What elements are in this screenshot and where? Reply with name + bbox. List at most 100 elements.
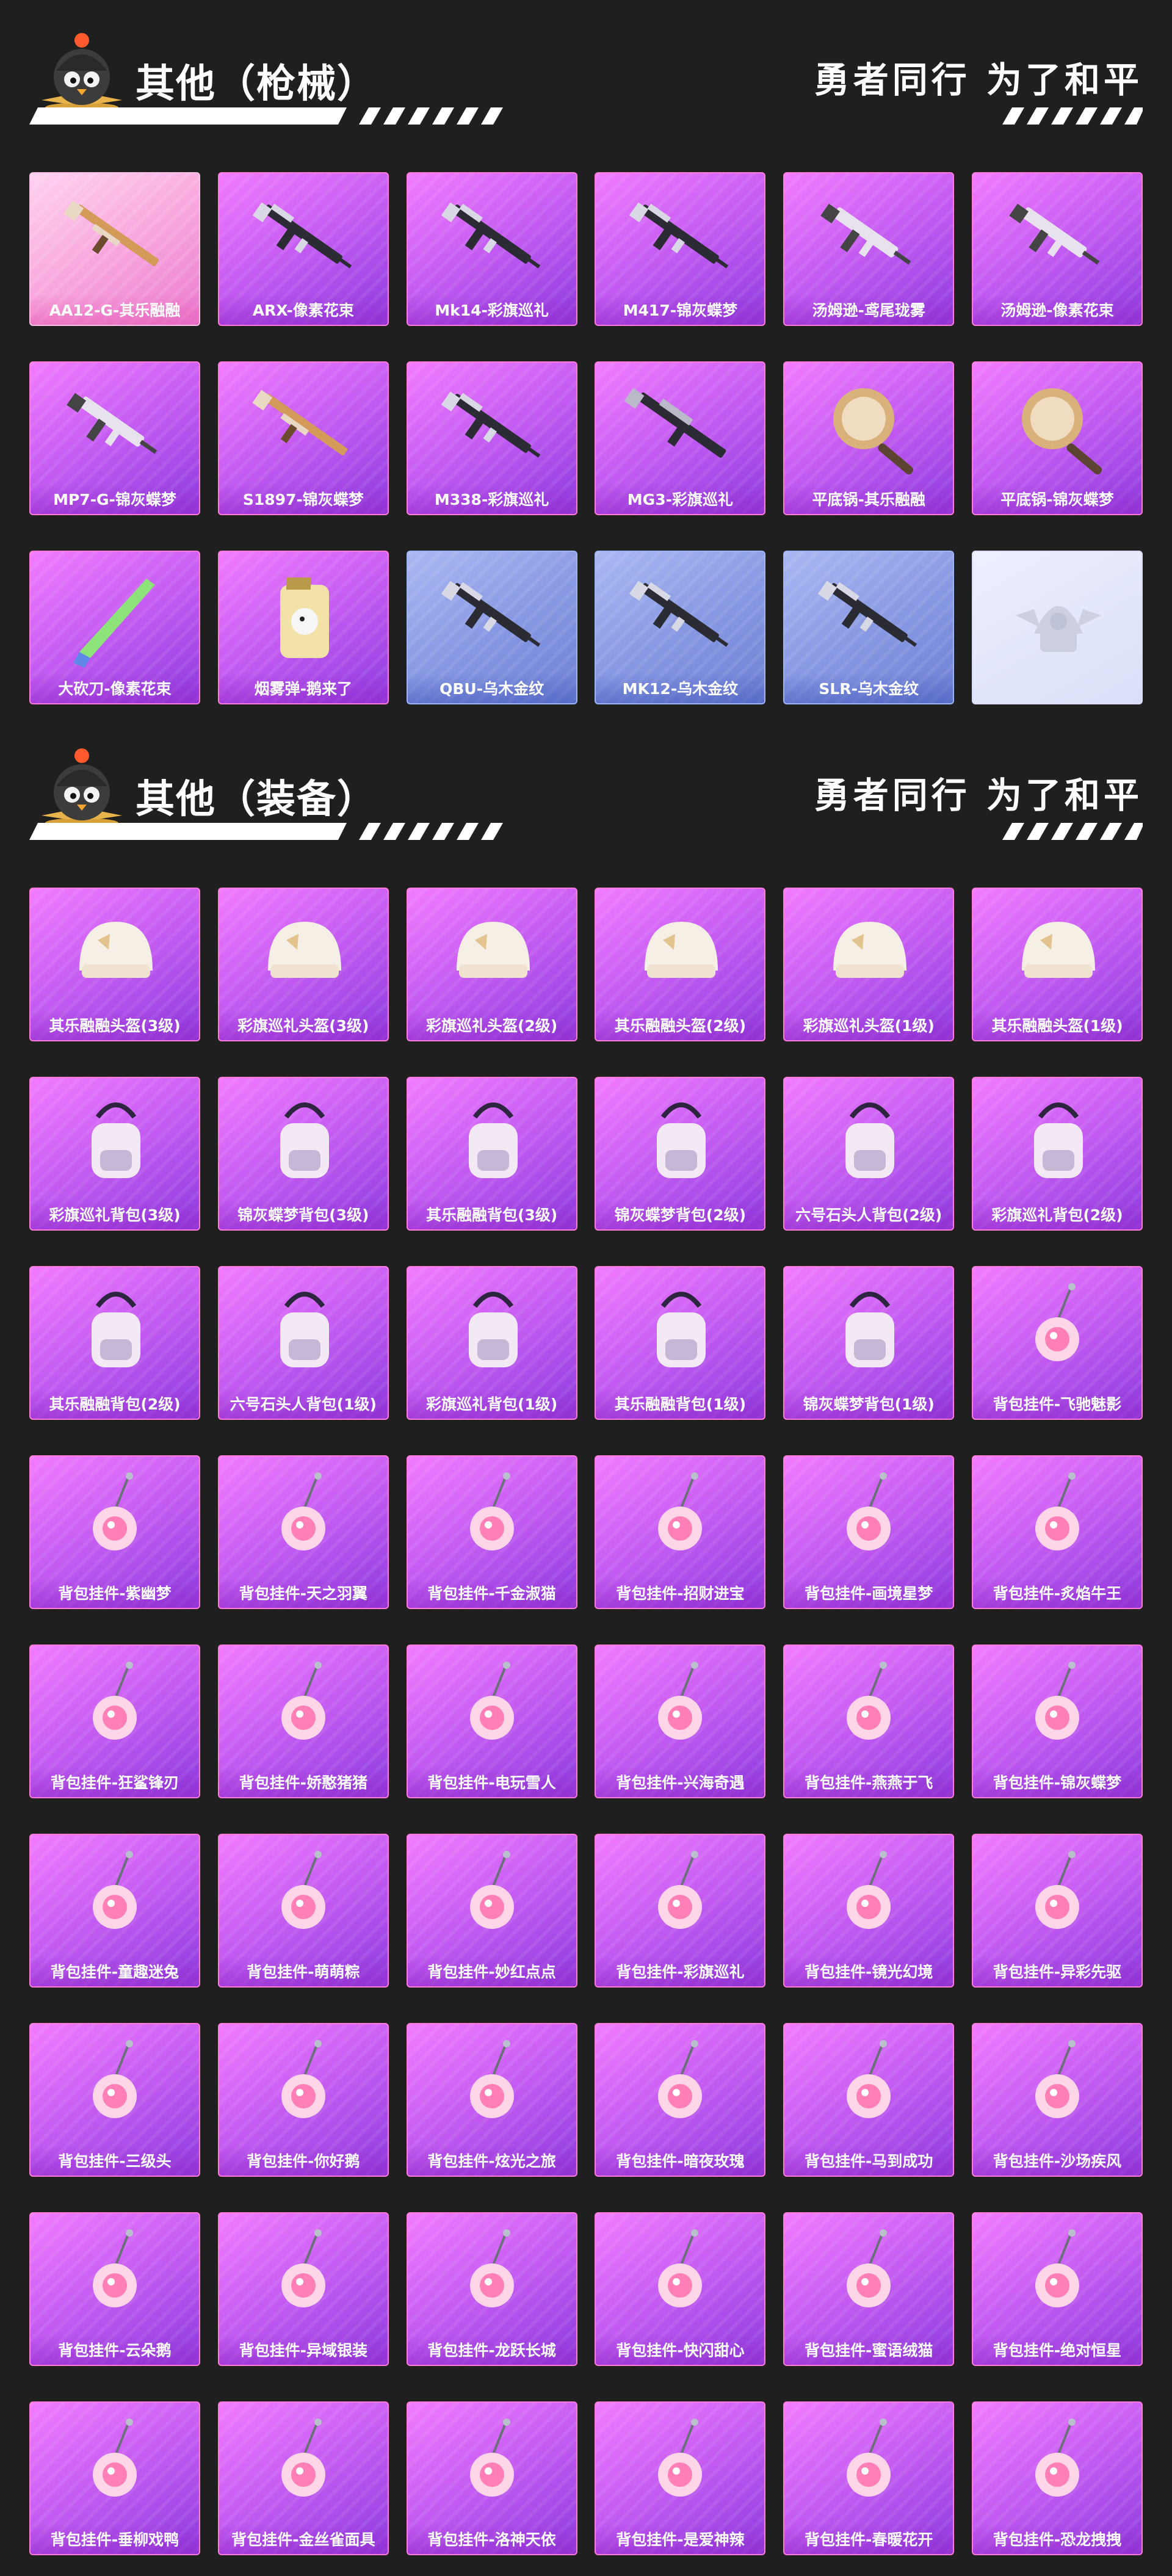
item-card[interactable]: 彩旗巡礼背包(2级) — [971, 1077, 1143, 1231]
item-label: 背包挂件-飞驰魅影 — [972, 1388, 1141, 1419]
item-card[interactable]: 背包挂件-是爱神辣 — [595, 2401, 766, 2555]
item-card[interactable]: 背包挂件-炫光之旅 — [406, 2023, 577, 2177]
item-card[interactable]: ARX-像素花束 — [217, 172, 389, 326]
item-card[interactable]: 背包挂件-三级头 — [29, 2023, 200, 2177]
item-card[interactable]: 其乐融融头盔(2级) — [595, 888, 766, 1041]
item-card[interactable]: 背包挂件-萌萌粽 — [217, 1834, 389, 1988]
item-label: 背包挂件-你好鹅 — [219, 2145, 388, 2176]
item-card[interactable]: 背包挂件-飞驰魅影 — [971, 1266, 1143, 1420]
item-card[interactable]: QBU-乌木金纹 — [406, 551, 577, 704]
backpack-icon — [468, 1102, 518, 1178]
item-card[interactable]: 大砍刀-像素花束 — [29, 551, 200, 704]
item-card[interactable]: 彩旗巡礼头盔(2级) — [406, 888, 577, 1041]
charm-icon — [469, 1662, 514, 1740]
item-grid-equipment: 其乐融融头盔(3级) 彩旗巡礼头盔(3级) 彩旗巡礼头盔(2级) 其乐融融头盔(2级)… — [29, 888, 1143, 2555]
item-card[interactable]: 背包挂件-龙跃长城 — [406, 2212, 577, 2366]
charm-icon — [658, 2229, 703, 2307]
item-card[interactable]: 背包挂件-兴海奇遇 — [595, 1644, 766, 1798]
item-card[interactable]: 背包挂件-洛神天依 — [406, 2401, 577, 2555]
item-card[interactable]: 烟雾弹-鹅来了 — [217, 551, 389, 704]
item-card[interactable]: M417-锦灰蝶梦 — [595, 172, 766, 326]
item-label: 其乐融融头盔(1级) — [972, 1010, 1141, 1040]
backpack-icon — [280, 1102, 329, 1178]
item-card[interactable]: 背包挂件-蜜语绒猫 — [783, 2212, 955, 2366]
item-card[interactable]: 六号石头人背包(1级) — [217, 1266, 389, 1420]
item-card[interactable]: 背包挂件-狂鲨锋刃 — [29, 1644, 200, 1798]
item-card[interactable]: MP7-G-锦灰蝶梦 — [29, 361, 200, 515]
item-card[interactable]: 背包挂件-紫幽梦 — [29, 1455, 200, 1609]
item-card[interactable]: 其乐融融背包(2级) — [29, 1266, 200, 1420]
item-card[interactable]: 背包挂件-春暖花开 — [783, 2401, 955, 2555]
item-card[interactable]: 背包挂件-炙焰牛王 — [971, 1455, 1143, 1609]
item-card[interactable]: 背包挂件-云朵鹅 — [29, 2212, 200, 2366]
item-card[interactable] — [971, 551, 1143, 704]
item-label: 背包挂件-马到成功 — [784, 2145, 953, 2176]
item-card[interactable]: 背包挂件-沙场疾风 — [971, 2023, 1143, 2177]
item-card[interactable]: MG3-彩旗巡礼 — [595, 361, 766, 515]
item-card[interactable]: 六号石头人背包(2级) — [783, 1077, 955, 1231]
item-card[interactable]: 其乐融融头盔(3级) — [29, 888, 200, 1041]
item-label: 背包挂件-电玩雪人 — [407, 1767, 576, 1797]
item-card[interactable]: 背包挂件-异彩先驱 — [971, 1834, 1143, 1988]
slogan: 勇者同行 为了和平 — [814, 775, 1143, 816]
item-card[interactable]: 背包挂件-彩旗巡礼 — [595, 1834, 766, 1988]
rifle-icon — [629, 202, 729, 269]
item-card[interactable]: 背包挂件-马到成功 — [783, 2023, 955, 2177]
item-card[interactable]: 背包挂件-千金淑猫 — [406, 1455, 577, 1609]
item-card[interactable]: 背包挂件-童趣迷兔 — [29, 1834, 200, 1988]
item-card[interactable]: Mk14-彩旗巡礼 — [406, 172, 577, 326]
item-card[interactable]: 其乐融融头盔(1级) — [971, 888, 1143, 1041]
page: 其他（枪械） 勇者同行 为了和平 AA12-G-其乐融融 ARX-像素花束 Mk… — [0, 0, 1172, 2576]
charm-icon — [658, 1472, 703, 1550]
title-stripe-decoration — [29, 823, 503, 840]
item-card[interactable]: 背包挂件-异域银装 — [217, 2212, 389, 2366]
item-card[interactable]: 背包挂件-燕燕于飞 — [783, 1644, 955, 1798]
item-card[interactable]: SLR-乌木金纹 — [783, 551, 955, 704]
item-label: 背包挂件-春暖花开 — [784, 2524, 953, 2554]
placeholder-emblem-icon — [1015, 606, 1101, 652]
item-label: 背包挂件-沙场疾风 — [972, 2145, 1141, 2176]
item-label: 彩旗巡礼头盔(1级) — [784, 1010, 953, 1040]
item-card[interactable]: 其乐融融背包(1级) — [595, 1266, 766, 1420]
item-label: 锦灰蝶梦背包(1级) — [784, 1388, 953, 1419]
item-card[interactable]: 背包挂件-妙红点点 — [406, 1834, 577, 1988]
item-card[interactable]: 背包挂件-绝对恒星 — [971, 2212, 1143, 2366]
item-card[interactable]: 背包挂件-锦灰蝶梦 — [971, 1644, 1143, 1798]
item-card[interactable]: AA12-G-其乐融融 — [29, 172, 200, 326]
item-card[interactable]: 背包挂件-你好鹅 — [217, 2023, 389, 2177]
item-card[interactable]: 背包挂件-镜光幻境 — [783, 1834, 955, 1988]
item-card[interactable]: 背包挂件-电玩雪人 — [406, 1644, 577, 1798]
item-card[interactable]: 背包挂件-恐龙拽拽 — [971, 2401, 1143, 2555]
item-card[interactable]: 背包挂件-天之羽翼 — [217, 1455, 389, 1609]
item-label: 背包挂件-三级头 — [31, 2145, 199, 2176]
item-card[interactable]: 背包挂件-金丝雀面具 — [217, 2401, 389, 2555]
charm-icon — [1035, 1662, 1079, 1740]
rifle-icon — [817, 581, 917, 647]
charm-icon — [469, 1472, 514, 1550]
item-label: 背包挂件-千金淑猫 — [407, 1577, 576, 1608]
item-card[interactable]: 锦灰蝶梦背包(3级) — [217, 1077, 389, 1231]
item-card[interactable]: 汤姆逊-像素花束 — [971, 172, 1143, 326]
item-card[interactable]: 背包挂件-娇憨猪猪 — [217, 1644, 389, 1798]
item-card[interactable]: S1897-锦灰蝶梦 — [217, 361, 389, 515]
item-card[interactable]: 平底锅-锦灰蝶梦 — [971, 361, 1143, 515]
item-card[interactable]: 彩旗巡礼头盔(3级) — [217, 888, 389, 1041]
item-card[interactable]: 锦灰蝶梦背包(1级) — [783, 1266, 955, 1420]
item-card[interactable]: 彩旗巡礼头盔(1级) — [783, 888, 955, 1041]
item-card[interactable]: 平底锅-其乐融融 — [783, 361, 955, 515]
item-label: MK12-乌木金纹 — [596, 673, 765, 703]
item-card[interactable]: 汤姆逊-鸢尾珑雾 — [783, 172, 955, 326]
item-card[interactable]: 背包挂件-暗夜玫瑰 — [595, 2023, 766, 2177]
item-card[interactable]: M338-彩旗巡礼 — [406, 361, 577, 515]
helmet-icon — [267, 922, 341, 978]
item-card[interactable]: 其乐融融背包(3级) — [406, 1077, 577, 1231]
item-card[interactable]: 彩旗巡礼背包(3级) — [29, 1077, 200, 1231]
item-card[interactable]: MK12-乌木金纹 — [595, 551, 766, 704]
item-card[interactable]: 锦灰蝶梦背包(2级) — [595, 1077, 766, 1231]
item-card[interactable]: 背包挂件-快闪甜心 — [595, 2212, 766, 2366]
item-card[interactable]: 背包挂件-招财进宝 — [595, 1455, 766, 1609]
item-card[interactable]: 背包挂件-画境星梦 — [783, 1455, 955, 1609]
item-card[interactable]: 彩旗巡礼背包(1级) — [406, 1266, 577, 1420]
item-label: 锦灰蝶梦背包(2级) — [596, 1199, 765, 1229]
item-card[interactable]: 背包挂件-垂柳戏鸭 — [29, 2401, 200, 2555]
